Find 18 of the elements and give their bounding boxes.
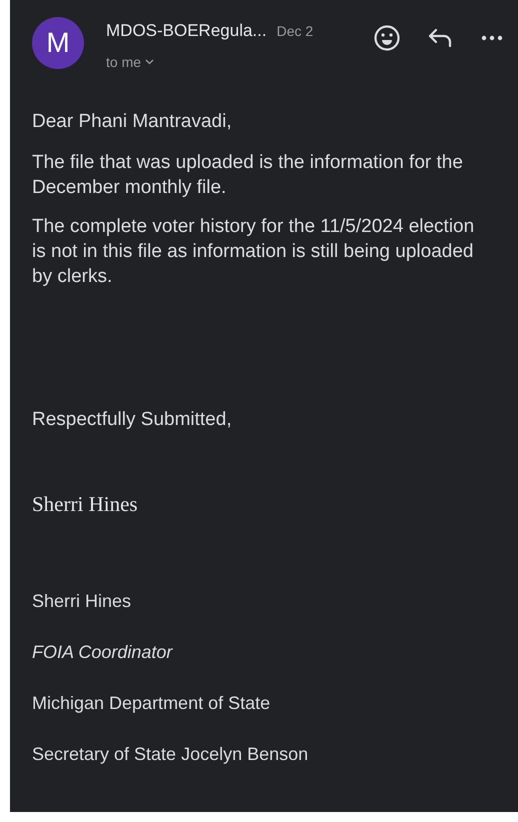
emoji-reaction-button[interactable] [372,23,402,53]
email-date: Dec 2 [276,22,314,41]
sender-name: MDOS-BOERegula... [106,20,267,42]
recipient-button[interactable]: to me [106,52,314,72]
reply-icon [428,27,454,49]
signature-line: FOIA Coordinator [32,640,172,664]
smiley-icon [373,24,401,52]
signature-line: Sherri Hines [32,590,132,612]
greeting: Dear Phani Mantravadi, [32,110,232,134]
more-icon [481,35,503,41]
signature-line: Michigan Department of State [32,692,270,715]
chevron-down-icon [145,59,154,65]
signature-line: Secretary of State Jocelyn Benson [32,742,308,766]
body-paragraph: The file that was uploaded is the information for the December monthly file. [32,150,464,200]
closing: Respectfully Submitted, [32,408,232,432]
avatar: M [32,17,84,69]
body-paragraph: The complete voter history for the 11/5/2024 election is not in this file as information is still being uploaded by clerks. [32,214,476,288]
signature-name: Sherri Hines [32,492,138,516]
